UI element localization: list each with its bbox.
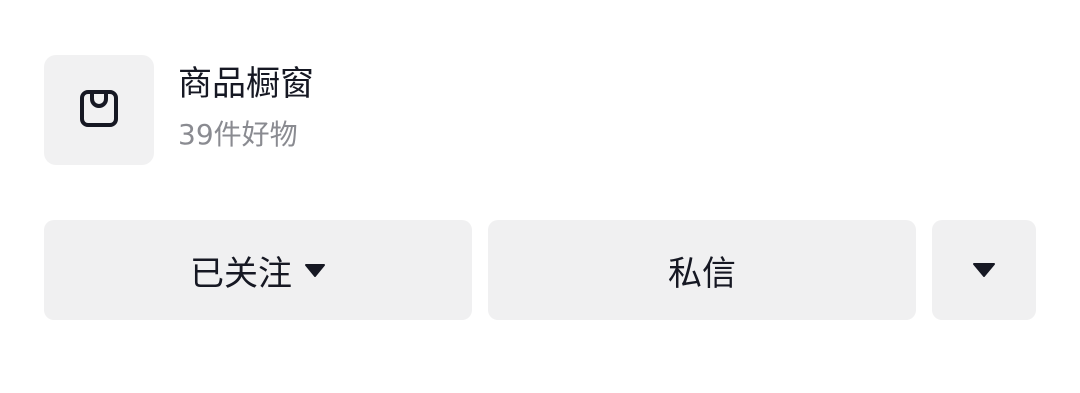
shop-item-count: 39件好物 (178, 118, 298, 151)
message-button[interactable]: 私信 (488, 220, 916, 320)
shopping-bag-icon (77, 86, 121, 134)
shop-text-group: 商品橱窗 39件好物 (178, 55, 314, 165)
caret-down-icon (304, 262, 326, 278)
more-options-button[interactable] (932, 220, 1036, 320)
following-button[interactable]: 已关注 (44, 220, 472, 320)
shop-icon-container[interactable] (44, 55, 154, 165)
profile-action-bar: 已关注 私信 (44, 220, 1036, 320)
shop-title: 商品橱窗 (178, 64, 314, 104)
caret-down-icon (972, 261, 996, 279)
shop-window-entry[interactable]: 商品橱窗 39件好物 (44, 55, 314, 165)
message-label: 私信 (668, 253, 736, 294)
following-label: 已关注 (190, 253, 292, 294)
